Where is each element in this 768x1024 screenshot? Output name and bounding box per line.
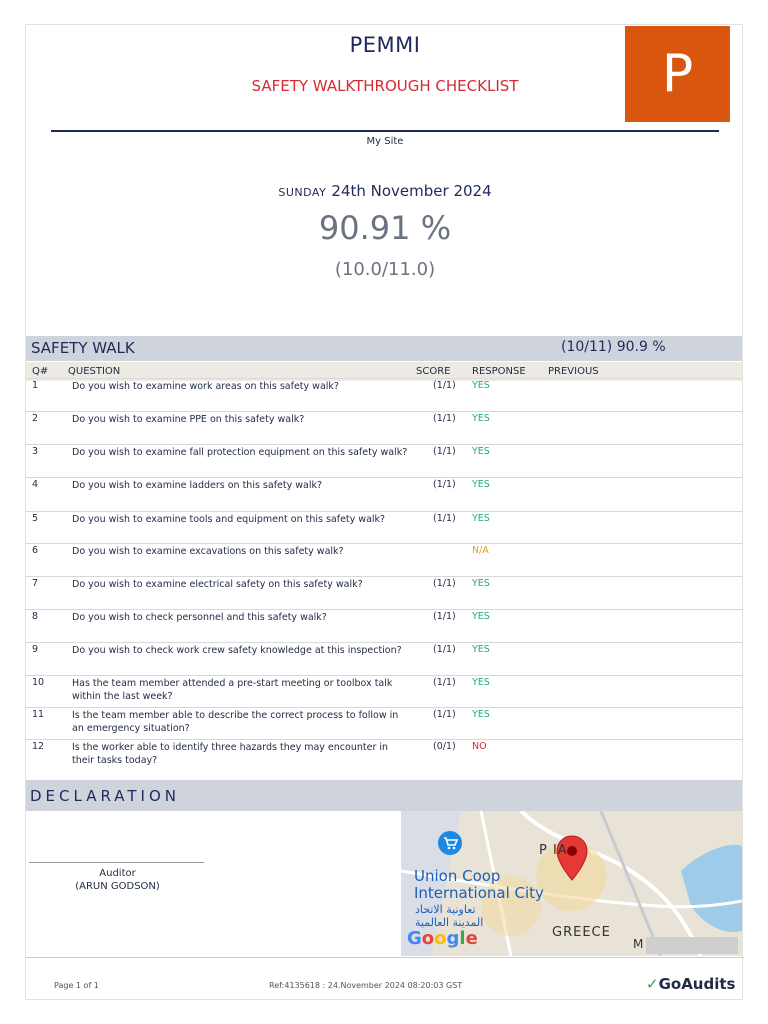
map-label-persia: P IA <box>539 843 568 858</box>
question-number: 7 <box>32 578 39 589</box>
question-number: 10 <box>32 677 45 688</box>
checkmark-icon: ✓ <box>646 975 659 993</box>
question-text: Do you wish to examine fall protection e… <box>72 447 408 458</box>
question-text: Do you wish to check work crew safety kn… <box>72 645 402 656</box>
row-divider <box>26 609 742 610</box>
question-score: (0/1) <box>433 741 456 752</box>
column-previous: PREVIOUS <box>548 366 599 377</box>
question-text: Is the worker able to identify three haz… <box>72 742 389 766</box>
question-score: (1/1) <box>433 413 456 424</box>
question-response: N/A <box>472 545 489 556</box>
question-number: 12 <box>32 741 45 752</box>
question-score: (1/1) <box>433 709 456 720</box>
map-place-arabic-line1: تعاونية الاتحاد <box>415 903 476 916</box>
question-score: (1/1) <box>433 611 456 622</box>
overall-score-percent: 90.91 % <box>318 209 452 247</box>
question-score: (1/1) <box>433 380 456 391</box>
section-header: SAFETY WALK (10/11) 90.9 % <box>26 336 742 361</box>
question-response: YES <box>472 413 490 424</box>
row-divider <box>26 378 742 379</box>
question-response: YES <box>472 380 490 391</box>
question-text: Has the team member attended a pre-start… <box>72 678 393 702</box>
question-number: 11 <box>32 709 45 720</box>
question-text: Is the team member able to describe the … <box>72 710 399 734</box>
map-place-line2: International City <box>414 884 544 902</box>
question-number: 5 <box>32 513 39 524</box>
question-score: (1/1) <box>433 446 456 457</box>
question-number: 8 <box>32 611 39 622</box>
question-response: NO <box>472 741 487 752</box>
question-number: 6 <box>32 545 39 556</box>
question-number: 4 <box>32 479 39 490</box>
row-divider <box>26 675 742 676</box>
overall-score-fraction: (10.0/11.0) <box>334 259 436 280</box>
question-number: 9 <box>32 644 39 655</box>
location-map[interactable]: P IA Union Coop International City تعاون… <box>401 811 742 956</box>
question-score: (1/1) <box>433 644 456 655</box>
shopping-cart-icon <box>438 831 462 855</box>
map-place-line1: Union Coop <box>414 867 501 885</box>
report-reference: Ref:4135618 : 24.November 2024 08:20:03 … <box>269 981 463 990</box>
signer-role: Auditor <box>99 868 136 879</box>
row-divider <box>26 411 742 412</box>
row-divider <box>26 543 742 544</box>
question-score: (1/1) <box>433 479 456 490</box>
row-divider <box>26 576 742 577</box>
question-score: (1/1) <box>433 677 456 688</box>
declaration-title: DECLARATION <box>30 787 180 805</box>
question-response: YES <box>472 513 490 524</box>
question-response: YES <box>472 709 490 720</box>
question-text: Do you wish to examine PPE on this safet… <box>72 414 305 425</box>
column-q-number: Q# <box>32 366 49 377</box>
map-label-greece: GREECE <box>552 925 611 940</box>
question-text: Do you wish to examine excavations on th… <box>72 546 344 557</box>
company-logo: P <box>625 26 730 122</box>
brand-name: GoAudits <box>658 975 736 993</box>
row-divider <box>26 642 742 643</box>
question-score: (1/1) <box>433 578 456 589</box>
footer-divider <box>26 957 744 958</box>
page-number: Page 1 of 1 <box>54 981 99 990</box>
question-number: 2 <box>32 413 39 424</box>
question-response: YES <box>472 644 490 655</box>
question-score: (1/1) <box>433 513 456 524</box>
row-divider <box>26 477 742 478</box>
row-divider <box>26 707 742 708</box>
audit-date: SUNDAY 24th November 2024 <box>26 181 744 200</box>
question-text: Do you wish to examine tools and equipme… <box>72 514 386 525</box>
question-number: 1 <box>32 380 39 391</box>
column-response: RESPONSE <box>472 366 526 377</box>
question-text: Do you wish to examine work areas on thi… <box>72 381 339 392</box>
map-pin-icon <box>556 835 588 881</box>
audit-day: SUNDAY <box>278 186 327 199</box>
column-question: QUESTION <box>68 366 121 377</box>
map-place-arabic: تعاونية الاتحاد المدينة العالمية <box>415 903 483 929</box>
section-title: SAFETY WALK <box>31 339 135 357</box>
question-response: YES <box>472 677 490 688</box>
brand-logo: ✓GoAudits <box>646 975 735 993</box>
question-text: Do you wish to examine ladders on this s… <box>72 480 323 491</box>
row-divider <box>26 511 742 512</box>
question-response: YES <box>472 479 490 490</box>
row-divider <box>26 444 742 445</box>
column-score: SCORE <box>416 366 451 377</box>
question-number: 3 <box>32 446 39 457</box>
google-logo: Google <box>407 928 478 949</box>
map-place-name: Union Coop International City <box>414 868 544 902</box>
site-name: My Site <box>366 136 404 147</box>
signature-line <box>29 862 204 863</box>
audit-date-text: 24th November 2024 <box>331 182 492 200</box>
report-page: PEMMI SAFETY WALKTHROUGH CHECKLIST P My … <box>25 24 744 1000</box>
signer-name: (ARUN GODSON) <box>75 881 160 892</box>
question-response: YES <box>472 578 490 589</box>
section-score: (10/11) 90.9 % <box>561 339 666 355</box>
question-text: Do you wish to examine electrical safety… <box>72 579 363 590</box>
question-response: YES <box>472 611 490 622</box>
question-text: Do you wish to check personnel and this … <box>72 612 327 623</box>
question-response: YES <box>472 446 490 457</box>
row-divider <box>26 739 742 740</box>
header-divider <box>51 130 719 132</box>
declaration-header: DECLARATION <box>26 780 742 811</box>
map-label-m: M <box>633 937 644 951</box>
